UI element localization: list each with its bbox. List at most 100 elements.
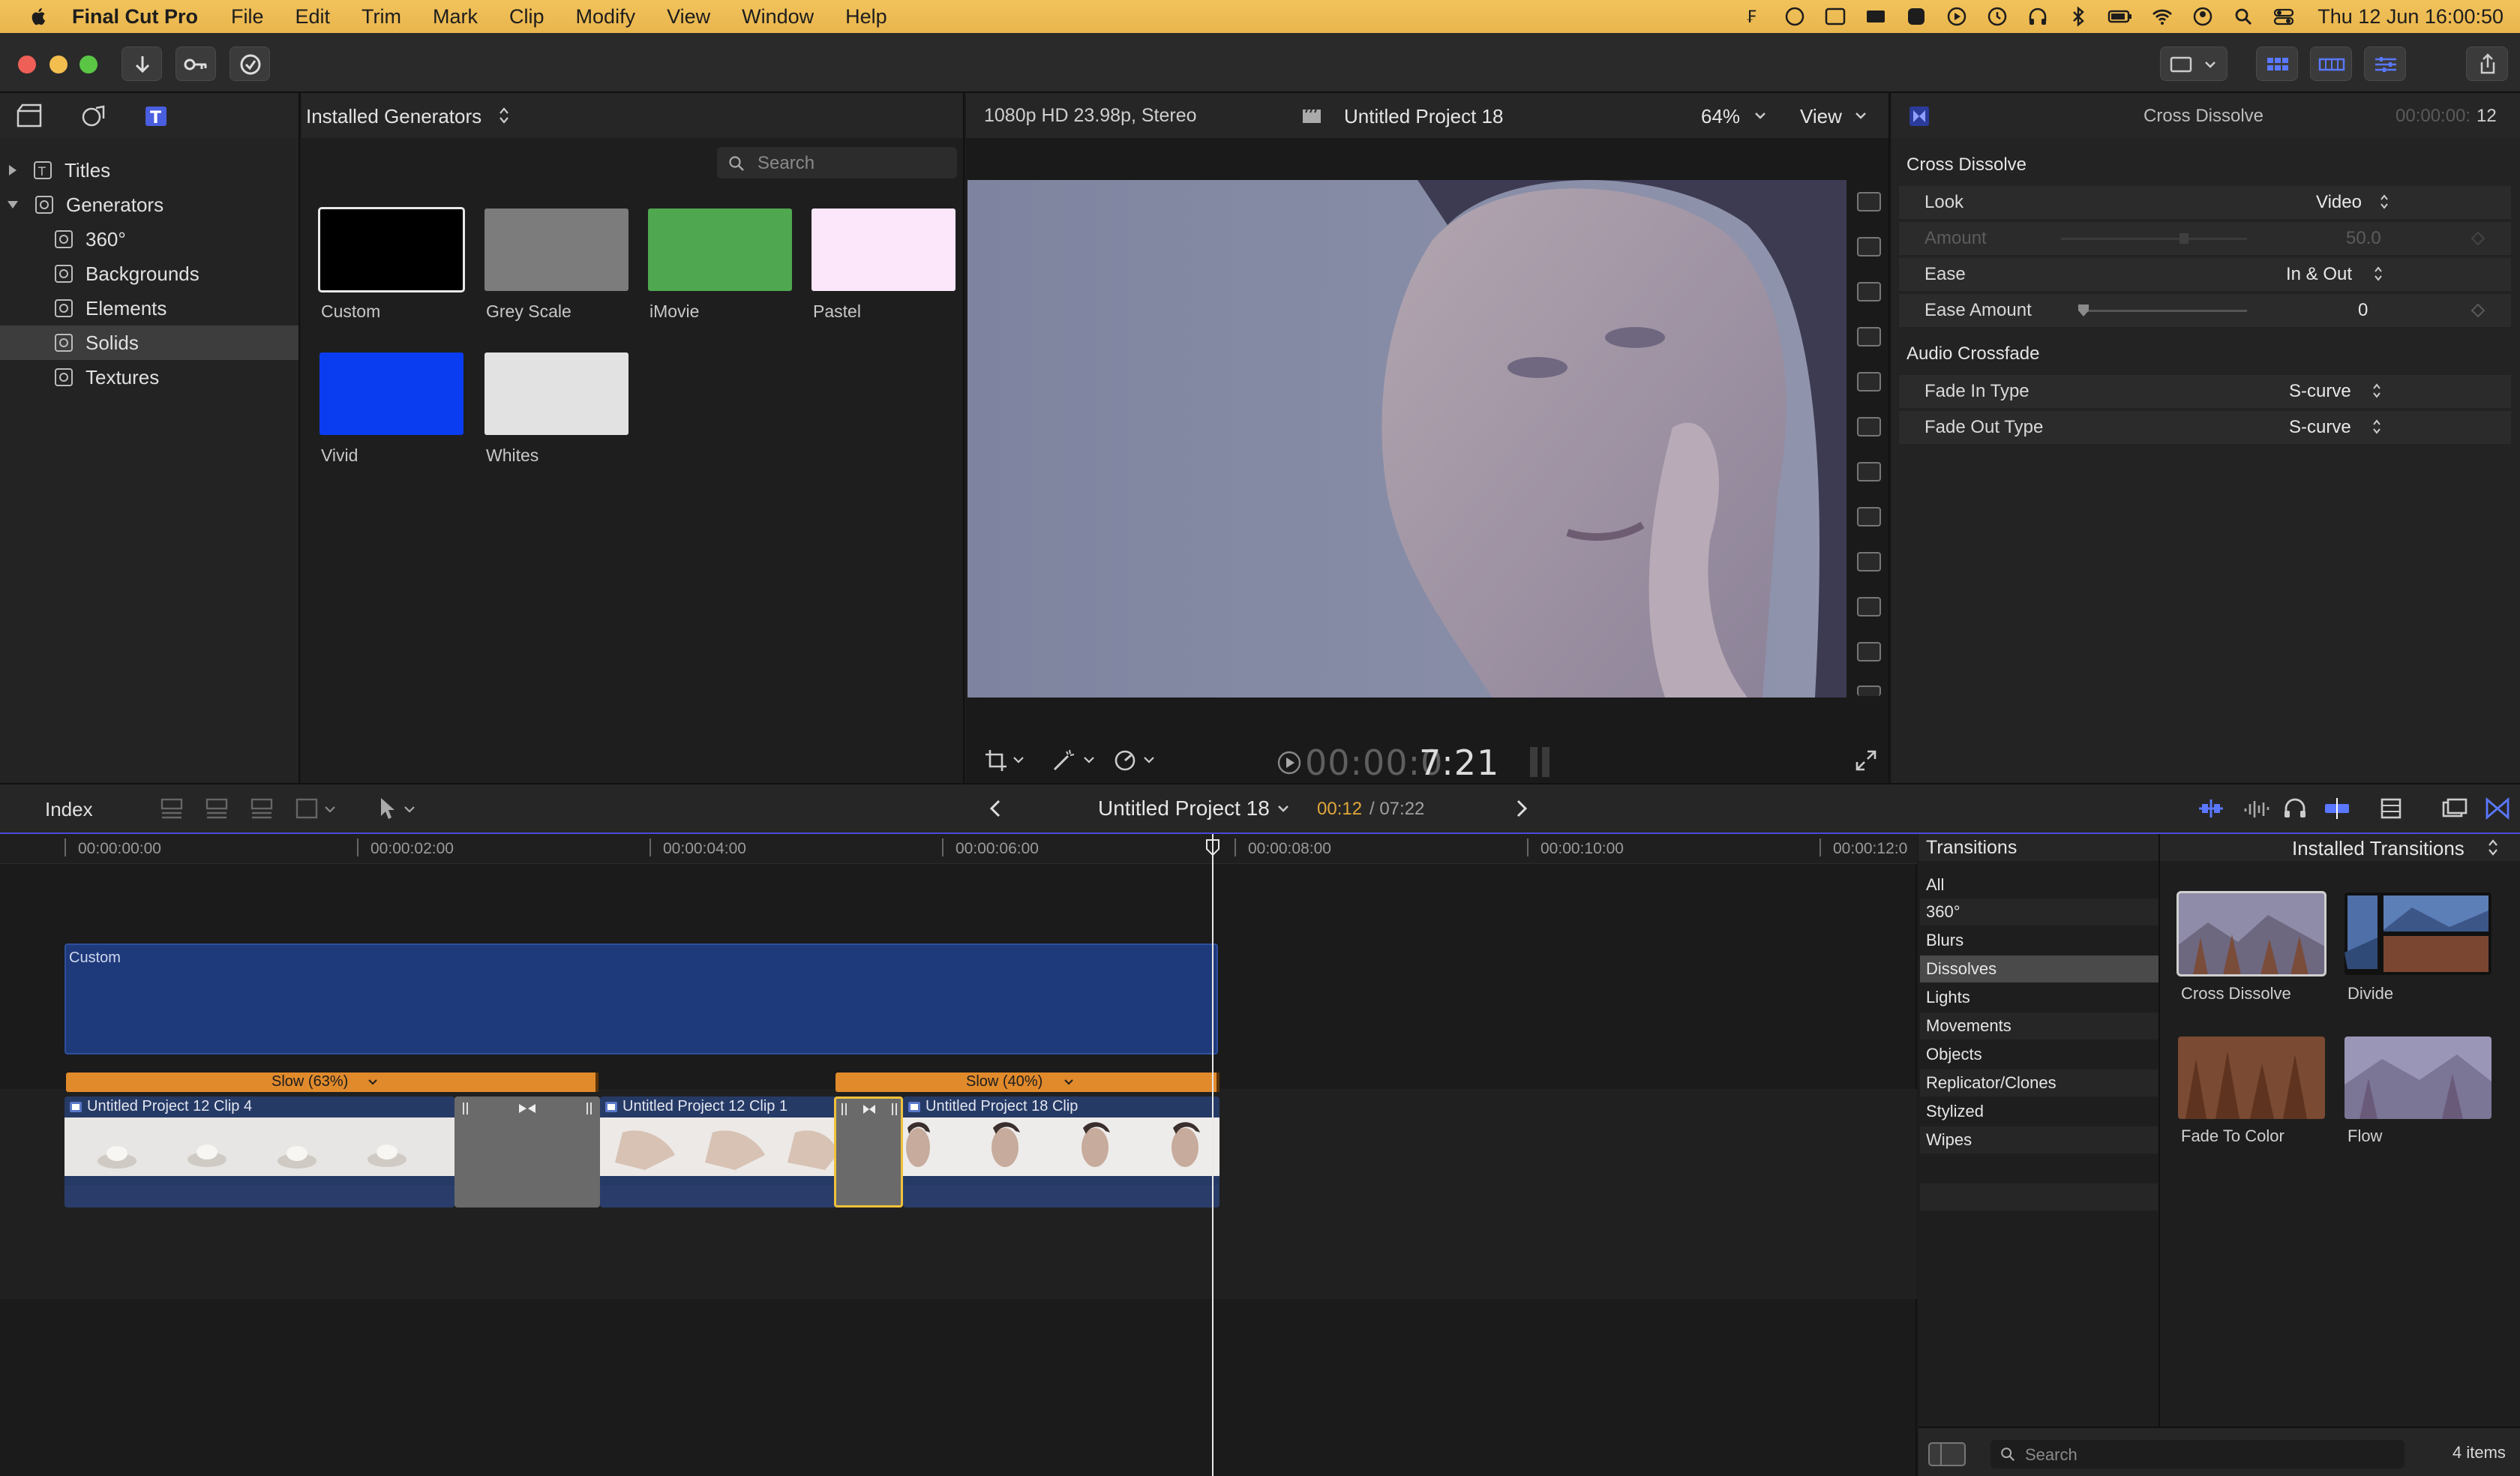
fade-out-popup[interactable]: S-curve: [2289, 417, 2351, 438]
transition-category-wipes[interactable]: Wipes: [1920, 1126, 2158, 1154]
status-icon-agent[interactable]: [1905, 6, 1928, 27]
viewer-strip-box[interactable]: [1857, 552, 1881, 572]
chevron-left-icon[interactable]: [987, 798, 1005, 819]
transitions-browser-icon[interactable]: [2482, 795, 2512, 822]
sidebar-item-solids[interactable]: Solids: [0, 326, 298, 360]
viewer-strip-box[interactable]: [1857, 686, 1881, 696]
status-icon-id[interactable]: [1824, 6, 1846, 27]
viewer-strip-box[interactable]: [1857, 237, 1881, 256]
sidebar-item-textures[interactable]: Textures: [0, 360, 298, 394]
show-timeline-button[interactable]: [2310, 46, 2352, 81]
import-button[interactable]: [122, 46, 162, 81]
retime-label[interactable]: Slow (63%): [272, 1073, 348, 1090]
generator-clip[interactable]: Custom: [64, 944, 1218, 1054]
timeline-project-name[interactable]: Untitled Project 18: [1098, 796, 1270, 820]
menu-window[interactable]: Window: [742, 5, 814, 28]
menu-edit[interactable]: Edit: [296, 5, 331, 28]
ease-popup[interactable]: In & Out: [2286, 264, 2352, 285]
retime-label[interactable]: Slow (40%): [966, 1073, 1042, 1090]
bluetooth-icon[interactable]: [2067, 6, 2090, 27]
transition-thumb-cross-dissolve[interactable]: [2176, 891, 2326, 976]
disclosure-right-icon[interactable]: [8, 164, 18, 177]
select-tool-icon[interactable]: [375, 794, 423, 824]
audio-skimming-icon[interactable]: [2241, 795, 2271, 822]
workspace-menu-button[interactable]: [2160, 46, 2228, 81]
wifi-icon[interactable]: [2151, 6, 2174, 27]
video-clip[interactable]: Untitled Project 12 Clip 1: [600, 1096, 837, 1208]
sidebar-item-titles[interactable]: T Titles: [0, 153, 298, 188]
spotlight-search-icon[interactable]: [2232, 6, 2254, 27]
show-browser-button[interactable]: [2256, 46, 2298, 81]
background-tasks-button[interactable]: [230, 46, 270, 81]
sidebar-item-backgrounds[interactable]: Backgrounds: [0, 256, 298, 291]
chevron-down-icon[interactable]: [1854, 111, 1868, 120]
fade-in-popup[interactable]: S-curve: [2289, 381, 2351, 402]
keywords-button[interactable]: [176, 46, 216, 81]
retime-handle[interactable]: [596, 1072, 598, 1092]
playhead[interactable]: [1212, 834, 1214, 1476]
video-clip[interactable]: Untitled Project 12 Clip 4: [64, 1096, 454, 1208]
sort-updown-icon[interactable]: [498, 105, 510, 126]
sidebar-item-elements[interactable]: Elements: [0, 291, 298, 326]
updown-icon[interactable]: [2372, 417, 2382, 436]
viewer-project-name[interactable]: Untitled Project 18: [1344, 105, 1503, 128]
photos-audio-icon[interactable]: [80, 104, 110, 129]
swatch-pastel[interactable]: [812, 208, 956, 291]
swatch-imovie[interactable]: [648, 208, 792, 291]
swatch-vivid[interactable]: [320, 352, 464, 435]
libraries-icon[interactable]: [15, 104, 45, 129]
menu-file[interactable]: File: [231, 5, 264, 28]
menu-clip[interactable]: Clip: [509, 5, 544, 28]
window-close-button[interactable]: [18, 56, 36, 74]
chevron-down-icon[interactable]: [1276, 804, 1290, 814]
generators-search-input[interactable]: Search: [717, 147, 957, 178]
play-status-icon[interactable]: [1946, 6, 1968, 27]
viewer-strip-box[interactable]: [1857, 417, 1881, 436]
play-button[interactable]: [1276, 750, 1302, 776]
video-frame[interactable]: [968, 180, 1846, 790]
keyframe-diamond-icon[interactable]: [2470, 303, 2486, 318]
transition-category-lights[interactable]: Lights: [1920, 984, 2158, 1011]
transitions-search-input[interactable]: Search: [1990, 1440, 2404, 1468]
viewer-strip-box[interactable]: [1857, 507, 1881, 526]
ease-amount-slider-knob[interactable]: [2076, 303, 2091, 318]
sort-updown-icon[interactable]: [2487, 837, 2499, 858]
menu-app-name[interactable]: Final Cut Pro: [72, 5, 198, 28]
transition-thumb-flow[interactable]: [2344, 1036, 2492, 1119]
transition-category-blurs[interactable]: Blurs: [1920, 927, 2158, 954]
updown-icon[interactable]: [2373, 264, 2384, 284]
transition-category-360[interactable]: 360°: [1920, 898, 2158, 926]
view-dropdown[interactable]: View: [1800, 105, 1842, 128]
selected-transition-clip[interactable]: [834, 1096, 903, 1208]
titles-generators-icon[interactable]: T: [141, 104, 171, 129]
zoom-dropdown[interactable]: 64%: [1701, 105, 1740, 128]
status-icon-card[interactable]: [1864, 6, 1887, 27]
time-machine-icon[interactable]: [1986, 6, 2008, 27]
transition-category-stylized[interactable]: Stylized: [1920, 1098, 2158, 1125]
menubar-clock[interactable]: Thu 12 Jun 16:00:50: [2318, 5, 2504, 28]
sidebar-item-360[interactable]: 360°: [0, 222, 298, 256]
user-icon[interactable]: [2192, 6, 2214, 27]
chevron-down-icon[interactable]: [1012, 756, 1024, 765]
chevron-down-icon[interactable]: [1083, 756, 1095, 765]
disclosure-down-icon[interactable]: [6, 200, 20, 210]
show-inspector-button[interactable]: [2364, 46, 2406, 81]
viewer-strip-box[interactable]: [1857, 282, 1881, 302]
crop-icon[interactable]: [984, 748, 1008, 772]
status-icon-cloud[interactable]: [1784, 6, 1806, 27]
amount-value[interactable]: 50.0: [2346, 228, 2381, 249]
window-minimize-button[interactable]: [50, 56, 68, 74]
control-center-icon[interactable]: [2272, 6, 2295, 27]
viewer-strip-box[interactable]: [1857, 642, 1881, 662]
sidebar-toggle-icon[interactable]: [1928, 1442, 1966, 1467]
viewer-strip-box[interactable]: [1857, 372, 1881, 392]
swatch-custom[interactable]: [318, 207, 465, 292]
updown-icon[interactable]: [2372, 381, 2382, 400]
installed-generators-label[interactable]: Installed Generators: [306, 105, 482, 128]
skimming-icon[interactable]: [2196, 795, 2226, 822]
viewer-strip-box[interactable]: [1857, 462, 1881, 482]
retime-handle[interactable]: [1216, 1072, 1220, 1092]
status-icon-app[interactable]: ₣: [1743, 6, 1766, 27]
timeline[interactable]: 00:00:00:00 00:00:02:00 00:00:04:00 00:0…: [0, 834, 1917, 1476]
transition-category-objects[interactable]: Objects: [1920, 1041, 2158, 1068]
